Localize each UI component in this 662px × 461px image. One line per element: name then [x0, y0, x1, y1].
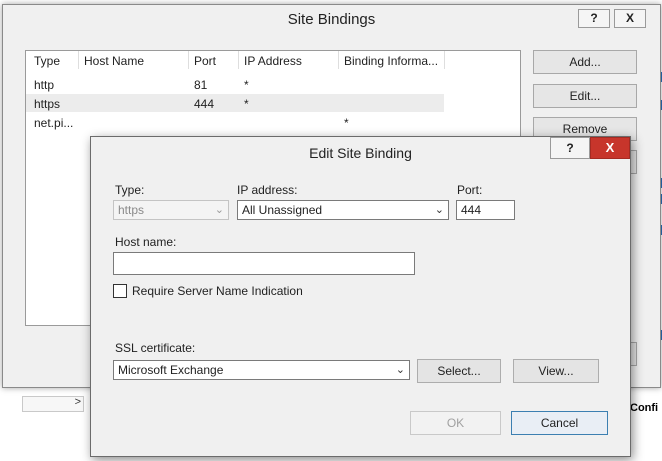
- chevron-down-icon: ⌄: [214, 204, 224, 216]
- close-button[interactable]: X: [614, 9, 646, 28]
- edit-binding-button[interactable]: Edit...: [533, 84, 637, 108]
- host-name-input[interactable]: [113, 252, 415, 275]
- table-row[interactable]: https 444 *: [26, 94, 444, 112]
- ip-address-select[interactable]: All Unassigned ⌄: [237, 200, 449, 220]
- column-header-port[interactable]: Port: [194, 54, 234, 68]
- site-bindings-title: Site Bindings: [287, 11, 376, 28]
- view-certificate-button[interactable]: View...: [513, 359, 599, 383]
- column-divider[interactable]: [444, 51, 445, 69]
- ssl-certificate-value: Microsoft Exchange: [118, 363, 224, 377]
- column-divider[interactable]: [188, 51, 189, 69]
- row-port: 81: [194, 78, 208, 92]
- row-ip: *: [244, 78, 249, 92]
- row-port: 444: [194, 97, 215, 111]
- port-label: Port:: [457, 183, 483, 197]
- type-value: https: [118, 203, 145, 217]
- site-bindings-titlebar: Site Bindings ? X: [3, 5, 660, 33]
- bindings-list-header: Type Host Name Port IP Address Binding I…: [26, 51, 520, 69]
- ip-address-label: IP address:: [237, 183, 298, 197]
- help-button[interactable]: ?: [550, 137, 590, 159]
- cancel-button[interactable]: Cancel: [511, 411, 608, 435]
- background-config-label: Confi: [630, 402, 659, 414]
- host-name-label: Host name:: [115, 235, 177, 249]
- background-scrollbar[interactable]: >: [22, 396, 84, 412]
- sni-label[interactable]: Require Server Name Indication: [132, 284, 303, 298]
- row-type: http: [34, 78, 55, 92]
- ok-button[interactable]: OK: [410, 411, 501, 435]
- close-button[interactable]: X: [590, 137, 630, 159]
- port-input[interactable]: 444: [456, 200, 515, 220]
- row-type: https: [34, 97, 61, 111]
- help-button[interactable]: ?: [578, 9, 610, 28]
- column-divider[interactable]: [78, 51, 79, 69]
- column-header-host[interactable]: Host Name: [84, 54, 184, 68]
- row-ip: *: [244, 97, 249, 111]
- ssl-certificate-label: SSL certificate:: [115, 341, 196, 355]
- scroll-right-icon[interactable]: >: [75, 396, 81, 408]
- edit-site-binding-dialog: Edit Site Binding ? X Type: https ⌄ IP a…: [90, 136, 631, 457]
- type-label: Type:: [115, 183, 145, 197]
- column-divider[interactable]: [238, 51, 239, 69]
- add-binding-button[interactable]: Add...: [533, 50, 637, 74]
- sni-checkbox[interactable]: [113, 284, 127, 298]
- ssl-certificate-select[interactable]: Microsoft Exchange ⌄: [113, 360, 410, 380]
- select-certificate-button[interactable]: Select...: [417, 359, 501, 383]
- chevron-down-icon[interactable]: ⌄: [396, 363, 405, 377]
- table-row[interactable]: http 81 *: [26, 75, 444, 93]
- type-select: https ⌄: [113, 200, 229, 220]
- column-header-type[interactable]: Type: [34, 54, 74, 68]
- chevron-down-icon[interactable]: ⌄: [435, 203, 444, 217]
- port-value: 444: [461, 203, 482, 217]
- row-info: *: [344, 116, 349, 130]
- ip-address-value: All Unassigned: [242, 203, 323, 217]
- table-row[interactable]: net.pi... *: [26, 113, 444, 131]
- column-header-ip[interactable]: IP Address: [244, 54, 334, 68]
- column-divider[interactable]: [338, 51, 339, 69]
- row-type: net.pi...: [34, 116, 74, 130]
- column-header-info[interactable]: Binding Informa...: [344, 54, 444, 68]
